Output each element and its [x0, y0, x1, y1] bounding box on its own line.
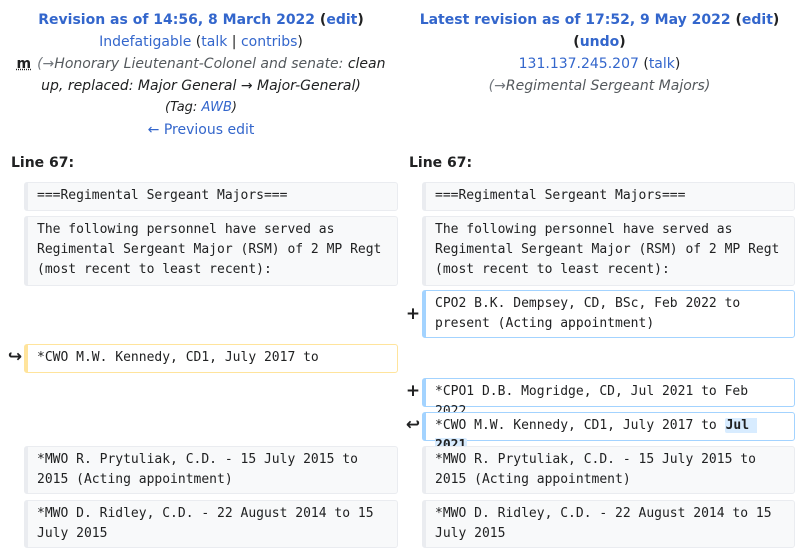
section-arrow: (→ [37, 56, 55, 72]
old-revision-title: Revision as of 14:56, 8 March 2022 (edit… [38, 12, 364, 28]
old-line-number: Line 67: [11, 155, 75, 171]
new-revision-link[interactable]: Latest revision as of 17:52, 9 May 2022 [420, 12, 731, 28]
old-user-contribs-link[interactable]: contribs [241, 34, 297, 50]
summary-close: ) [704, 78, 711, 94]
diff-context-heading-new: ===Regimental Sergeant Majors=== [422, 182, 795, 211]
old-user-talk-link[interactable]: talk [201, 34, 227, 50]
new-revision-title: Latest revision as of 17:52, 9 May 2022 … [419, 12, 780, 50]
diff-context-heading-old: ===Regimental Sergeant Majors=== [24, 182, 398, 211]
added-line-marker: + [405, 381, 421, 401]
old-revision-link[interactable]: Revision as of 14:56, 8 March 2022 [38, 12, 315, 28]
new-user-talk-link[interactable]: talk [649, 56, 675, 72]
diff-moved-kennedy-old: *CWO M.W. Kennedy, CD1, July 2017 to [24, 344, 398, 373]
diff-context-ridley-old: *MWO D. Ridley, C.D. - 22 August 2014 to… [24, 500, 398, 548]
separator: | [231, 34, 237, 50]
diff-context-intro-new: The following personnel have served as R… [422, 216, 795, 286]
moved-from-icon[interactable]: ↪ [5, 347, 25, 367]
new-revision-header: Latest revision as of 17:52, 9 May 2022 … [400, 9, 799, 97]
summary-section-link[interactable]: Honorary Lieutenant-Colonel and senate: [54, 56, 343, 72]
undo-link[interactable]: undo [580, 34, 620, 50]
diff-context-intro-old: The following personnel have served as R… [24, 216, 398, 286]
diff-moved-kennedy-new: *CWO M.W. Kennedy, CD1, July 2017 to Jul… [422, 412, 795, 453]
diff-context-ridley-new: *MWO D. Ridley, C.D. - 22 August 2014 to… [422, 500, 795, 548]
tag-close: ) [231, 100, 237, 115]
new-line-number: Line 67: [409, 155, 473, 171]
tag-awb-link[interactable]: AWB [201, 100, 231, 115]
added-line-marker: + [405, 304, 421, 324]
summary-section-link[interactable]: Regimental Sergeant Majors [506, 78, 705, 94]
tag-label: (Tag: [165, 100, 202, 115]
old-user-link[interactable]: Indefatigable [99, 34, 191, 50]
new-user-ip-link[interactable]: 131.137.245.207 [519, 56, 639, 72]
previous-edit-link[interactable]: ← Previous edit [148, 122, 255, 138]
section-arrow: (→ [488, 78, 506, 94]
kennedy-unchanged-text: *CWO M.W. Kennedy, CD1, July 2017 to [435, 418, 725, 433]
minor-edit-flag: m [16, 56, 32, 72]
old-edit-summary: m (→Honorary Lieutenant-Colonel and senat… [0, 53, 402, 97]
diff-added-dempsey: CPO2 B.K. Dempsey, CD, BSc, Feb 2022 to … [422, 290, 795, 338]
new-revision-user: 131.137.245.207 (talk) [518, 56, 681, 72]
revision-tag: (Tag: AWB) [0, 97, 402, 119]
old-revision-header: Revision as of 14:56, 8 March 2022 (edit… [0, 9, 402, 141]
diff-context-prytuliak-new: *MWO R. Prytuliak, C.D. - 15 July 2015 t… [422, 446, 795, 494]
new-edit-summary: (→Regimental Sergeant Majors) [400, 75, 799, 97]
diff-added-mogridge: *CPO1 D.B. Mogridge, CD, Jul 2021 to Feb… [422, 378, 795, 419]
new-edit-link[interactable]: edit [742, 12, 773, 28]
old-edit-link[interactable]: edit [326, 12, 357, 28]
diff-context-prytuliak-old: *MWO R. Prytuliak, C.D. - 15 July 2015 t… [24, 446, 398, 494]
old-revision-user: Indefatigable (talk | contribs) [99, 34, 303, 50]
moved-to-icon[interactable]: ↩ [403, 415, 423, 435]
